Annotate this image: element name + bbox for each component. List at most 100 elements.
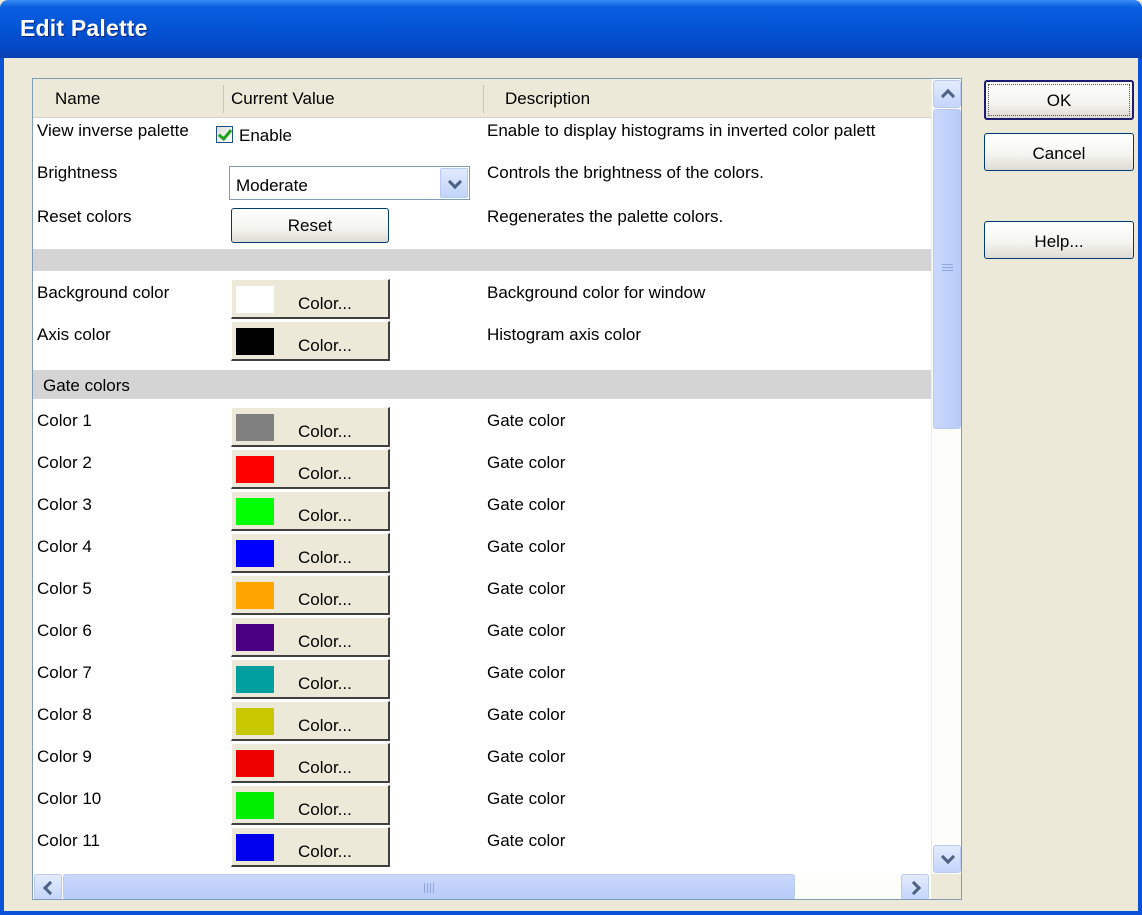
row-description: Gate color <box>487 747 566 766</box>
chevron-down-icon[interactable] <box>440 168 468 198</box>
color-button-label: Color... <box>298 294 352 313</box>
checkbox-label[interactable]: Enable <box>239 126 292 146</box>
row-gate-color-8: Color 8 Color... Gate color <box>33 701 931 743</box>
horizontal-scroll-thumb[interactable] <box>63 874 795 899</box>
color-button-label: Color... <box>298 632 352 651</box>
title-bar[interactable]: Edit Palette <box>0 0 1142 58</box>
row-description: Gate color <box>487 537 566 556</box>
row-name: Background color <box>37 283 170 302</box>
color-swatch <box>236 498 274 525</box>
row-description: Gate color <box>487 789 566 808</box>
column-divider[interactable] <box>223 85 224 113</box>
row-gate-color-2: Color 2 Color... Gate color <box>33 449 931 491</box>
color-button-label: Color... <box>298 842 352 861</box>
property-grid: Name Current Value Description View inve… <box>32 78 962 900</box>
row-background-color: Background color Color... Background col… <box>33 279 931 321</box>
row-description: Histogram axis color <box>487 325 641 344</box>
color-picker-button[interactable]: Color... <box>231 321 390 361</box>
column-divider[interactable] <box>483 85 484 113</box>
color-picker-button[interactable]: Color... <box>231 827 390 867</box>
row-name: Color 4 <box>37 537 92 556</box>
row-name: Color 5 <box>37 579 92 598</box>
row-name: Color 6 <box>37 621 92 640</box>
scroll-up-icon[interactable] <box>933 80 961 108</box>
row-name: Color 10 <box>37 789 102 808</box>
color-swatch <box>236 414 274 441</box>
column-header-name[interactable]: Name <box>55 79 100 117</box>
help-button-label: Help... <box>1034 232 1084 251</box>
color-picker-button[interactable]: Color... <box>231 617 390 657</box>
color-picker-button[interactable]: Color... <box>231 533 390 573</box>
grid-rows: View inverse palette Enable Enable to di… <box>33 117 931 882</box>
color-picker-button[interactable]: Color... <box>231 575 390 615</box>
row-gate-color-7: Color 7 Color... Gate color <box>33 659 931 701</box>
color-swatch <box>236 750 274 777</box>
row-description: Gate color <box>487 579 566 598</box>
color-picker-button[interactable]: Color... <box>231 407 390 447</box>
row-gate-color-3: Color 3 Color... Gate color <box>33 491 931 533</box>
color-picker-button[interactable]: Color... <box>231 701 390 741</box>
window-frame-right <box>1138 58 1142 915</box>
color-picker-button[interactable]: Color... <box>231 449 390 489</box>
color-button-label: Color... <box>298 716 352 735</box>
color-button-label: Color... <box>298 590 352 609</box>
color-picker-button[interactable]: Color... <box>231 785 390 825</box>
cancel-button[interactable]: Cancel <box>984 133 1134 171</box>
row-name: Color 9 <box>37 747 92 766</box>
scroll-right-icon[interactable] <box>901 874 929 899</box>
color-button-label: Color... <box>298 800 352 819</box>
ok-button[interactable]: OK <box>984 80 1134 120</box>
row-name: Axis color <box>37 325 111 344</box>
color-picker-button[interactable]: Color... <box>231 659 390 699</box>
color-button-label: Color... <box>298 422 352 441</box>
window-frame-left <box>0 58 4 915</box>
row-description: Background color for window <box>487 283 706 302</box>
row-brightness: Brightness Moderate Controls the brightn… <box>33 159 931 203</box>
help-button[interactable]: Help... <box>984 221 1134 259</box>
color-swatch <box>236 286 274 313</box>
color-swatch <box>236 666 274 693</box>
gate-colors-section-header[interactable]: Gate colors <box>33 370 931 399</box>
grid-header: Name Current Value Description <box>33 79 931 118</box>
row-name: Color 1 <box>37 411 92 430</box>
row-description: Gate color <box>487 453 566 472</box>
vertical-scrollbar[interactable] <box>931 79 961 882</box>
color-button-label: Color... <box>298 336 352 355</box>
color-button-label: Color... <box>298 758 352 777</box>
grip-icon <box>942 264 953 273</box>
horizontal-scrollbar[interactable] <box>33 874 931 899</box>
color-picker-button[interactable]: Color... <box>231 743 390 783</box>
row-description: Gate color <box>487 495 566 514</box>
row-gate-color-5: Color 5 Color... Gate color <box>33 575 931 617</box>
row-gate-color-1: Color 1 Color... Gate color <box>33 407 931 449</box>
row-name: Color 3 <box>37 495 92 514</box>
brightness-dropdown[interactable]: Moderate <box>229 166 470 200</box>
row-description: Enable to display histograms in inverted… <box>487 121 876 140</box>
color-swatch <box>236 582 274 609</box>
color-picker-button[interactable]: Color... <box>231 491 390 531</box>
column-header-current-value[interactable]: Current Value <box>231 79 335 117</box>
row-description: Gate color <box>487 831 566 850</box>
color-swatch <box>236 624 274 651</box>
row-description: Gate color <box>487 621 566 640</box>
row-description: Controls the brightness of the colors. <box>487 163 764 182</box>
edit-palette-dialog: Edit Palette Name Current Value Descript… <box>0 0 1142 915</box>
row-description: Gate color <box>487 705 566 724</box>
color-swatch <box>236 792 274 819</box>
color-button-label: Color... <box>298 674 352 693</box>
color-button-label: Color... <box>298 464 352 483</box>
enable-checkbox[interactable] <box>216 126 233 143</box>
scroll-down-icon[interactable] <box>933 845 961 873</box>
color-swatch <box>236 456 274 483</box>
color-button-label: Color... <box>298 548 352 567</box>
section-separator <box>33 249 931 271</box>
color-swatch <box>236 708 274 735</box>
reset-button[interactable]: Reset <box>231 208 389 243</box>
ok-button-label: OK <box>1046 91 1072 110</box>
vertical-scroll-thumb[interactable] <box>933 109 961 429</box>
color-picker-button[interactable]: Color... <box>231 279 390 319</box>
row-gate-color-6: Color 6 Color... Gate color <box>33 617 931 659</box>
column-header-description[interactable]: Description <box>505 79 590 117</box>
scroll-left-icon[interactable] <box>34 874 62 899</box>
scrollbar-corner <box>931 874 961 899</box>
